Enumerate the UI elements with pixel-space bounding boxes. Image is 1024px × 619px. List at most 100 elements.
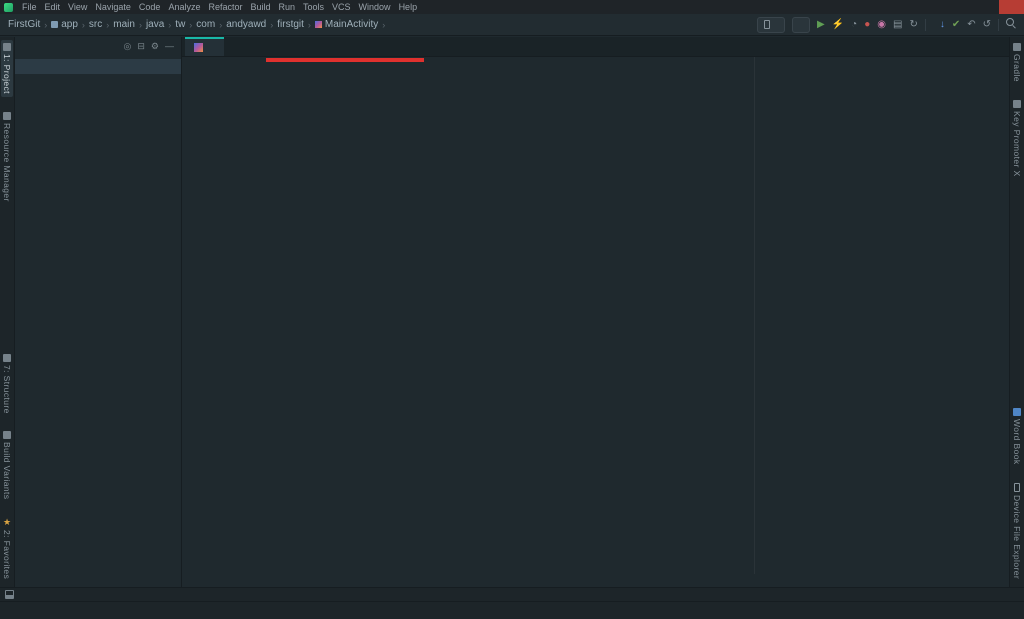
key-promoter-x-icon — [1013, 99, 1021, 108]
annotation-red-box — [266, 58, 424, 62]
sync-gradle-icon[interactable]: ↻ — [909, 19, 917, 30]
chevron-right-icon: › — [270, 19, 274, 30]
kotlin-file-icon — [194, 43, 203, 52]
run-button[interactable]: ▶ — [817, 19, 825, 30]
device-select[interactable] — [792, 16, 810, 33]
apply-changes-icon[interactable]: ⚡ — [832, 19, 844, 30]
menu-view[interactable]: View — [64, 2, 91, 12]
settings-gear-icon[interactable]: ⚙ — [151, 41, 159, 52]
menu-build[interactable]: Build — [246, 2, 274, 12]
menu-run[interactable]: Run — [275, 2, 300, 12]
breadcrumb-java[interactable]: java — [146, 19, 164, 30]
maximize-button[interactable] — [974, 0, 999, 14]
chevron-right-icon: › — [168, 19, 172, 30]
git-actions: ↓ ✔ ↶ ↺ — [940, 19, 991, 30]
breadcrumb-label: tw — [175, 19, 186, 30]
toolwindow-button-resource-manager[interactable]: Resource Manager — [1, 109, 13, 205]
word-book-icon — [1013, 408, 1021, 417]
breadcrumb-com[interactable]: com — [196, 19, 215, 30]
collapse-all-icon[interactable]: ⊟ — [137, 41, 145, 52]
toolwindow-button-1-project[interactable]: 1: Project — [1, 40, 13, 97]
breadcrumb-firstgit[interactable]: FirstGit — [8, 19, 40, 30]
menu-bar: File Edit View Navigate Code Analyze Refactor B… — [18, 2, 421, 12]
breadcrumb-andyawd[interactable]: andyawd — [226, 19, 266, 30]
device-manager-icon[interactable]: ▤ — [893, 19, 902, 30]
git-rollback-icon[interactable]: ↶ — [967, 19, 975, 30]
left-tool-stripe: 1: Project Resource Manager 7: Structure B… — [0, 37, 15, 587]
menu-tools[interactable]: Tools — [299, 2, 328, 12]
right-stripe-bottom: Word Book Device File Explorer — [1010, 405, 1024, 582]
git-commit-icon[interactable]: ✔ — [952, 19, 960, 30]
kotlin-icon — [314, 21, 322, 28]
profiler-icon[interactable]: ◔ — [851, 19, 857, 30]
locate-file-icon[interactable]: ◎ — [124, 41, 132, 52]
menu-help[interactable]: Help — [395, 2, 422, 12]
search-everywhere-icon[interactable] — [1006, 18, 1016, 31]
menu-code[interactable]: Code — [135, 2, 165, 12]
stop-icon[interactable]: ● — [864, 19, 870, 30]
menu-vcs[interactable]: VCS — [328, 2, 355, 12]
project-panel-icons: ◎ ⊟ ⚙ ― — [124, 41, 174, 52]
android-studio-logo-icon — [4, 2, 13, 12]
toolwindow-button-gradle[interactable]: Gradle — [1011, 40, 1023, 85]
left-stripe-top: 1: Project Resource Manager — [0, 40, 14, 205]
screen-record-icon[interactable]: ◉ — [877, 19, 886, 30]
1-project-icon — [3, 43, 11, 51]
editor-panel — [182, 37, 1009, 587]
chevron-right-icon: › — [44, 19, 48, 30]
menu-file[interactable]: File — [18, 2, 41, 12]
right-stripe-top: Gradle Key Promoter X — [1010, 40, 1024, 180]
git-update-icon[interactable]: ↓ — [940, 19, 945, 30]
close-button[interactable] — [999, 0, 1024, 14]
breadcrumb-label: andyawd — [226, 19, 267, 30]
device-file-explorer-icon — [1014, 482, 1020, 492]
resource-manager-icon — [3, 111, 11, 120]
gradle-icon — [1013, 43, 1021, 51]
android-studio-window: File Edit View Navigate Code Analyze Refactor B… — [0, 0, 1024, 619]
main-area: 1: Project Resource Manager 7: Structure B… — [0, 37, 1024, 587]
run-config-select[interactable] — [757, 16, 785, 33]
toolbar-actions: ▶ ⚡ ◔ ● ◉ ▤ ↻ ↓ ✔ ↶ ↺ — [750, 16, 1016, 33]
right-margin-guide — [754, 57, 755, 574]
menu-window[interactable]: Window — [355, 2, 395, 12]
breadcrumb-main[interactable]: main — [113, 19, 135, 30]
menu-analyze[interactable]: Analyze — [164, 2, 204, 12]
toolwindow-toggle-icon[interactable] — [5, 590, 14, 599]
breadcrumb-firstgit[interactable]: firstgit — [277, 19, 304, 30]
breadcrumb-label: MainActivity — [324, 19, 379, 30]
chevron-right-icon: › — [106, 19, 110, 30]
toolwindow-button-key-promoter-x[interactable]: Key Promoter X — [1011, 97, 1023, 180]
tab-mainactivity[interactable] — [185, 37, 224, 56]
titlebar: File Edit View Navigate Code Analyze Refactor B… — [0, 0, 1024, 14]
toolwindow-button-2-favorites[interactable]: ★ 2: Favorites — [1, 515, 13, 582]
breadcrumb-label: com — [196, 19, 216, 30]
hide-panel-icon[interactable]: ― — [165, 41, 174, 52]
tree-item-app[interactable] — [15, 59, 181, 74]
toolbar-divider — [998, 18, 999, 31]
menu-refactor[interactable]: Refactor — [204, 2, 246, 12]
breadcrumb-mainactivity[interactable]: MainActivity — [314, 19, 379, 30]
status-bar — [0, 601, 1024, 619]
breadcrumb-label: src — [88, 19, 103, 30]
toolwindow-button-7-structure[interactable]: 7: Structure — [1, 351, 13, 417]
menu-navigate[interactable]: Navigate — [91, 2, 135, 12]
git-history-icon[interactable]: ↺ — [983, 19, 991, 30]
chevron-right-icon: › — [382, 19, 386, 30]
breadcrumb-src[interactable]: src — [89, 19, 102, 30]
7-structure-icon — [3, 353, 11, 362]
toolwindow-button-word-book[interactable]: Word Book — [1011, 405, 1023, 468]
right-tool-stripe: Gradle Key Promoter X Word Book Device Fil… — [1009, 37, 1024, 587]
breadcrumb-app[interactable]: app — [51, 19, 78, 30]
menu-edit[interactable]: Edit — [41, 2, 65, 12]
chevron-right-icon: › — [219, 19, 223, 30]
code-editor[interactable] — [182, 57, 1009, 574]
breadcrumb-label: app — [61, 19, 78, 30]
toolwindow-button-build-variants[interactable]: Build Variants — [1, 428, 13, 502]
breadcrumb-tw[interactable]: tw — [175, 19, 185, 30]
breadcrumb-label: main — [113, 19, 135, 30]
breadcrumb-label: java — [145, 19, 165, 30]
minimize-button[interactable] — [949, 0, 974, 14]
project-panel: ◎ ⊟ ⚙ ― — [15, 37, 182, 587]
device-phone-icon — [764, 20, 770, 29]
toolwindow-button-device-file-explorer[interactable]: Device File Explorer — [1011, 480, 1023, 582]
